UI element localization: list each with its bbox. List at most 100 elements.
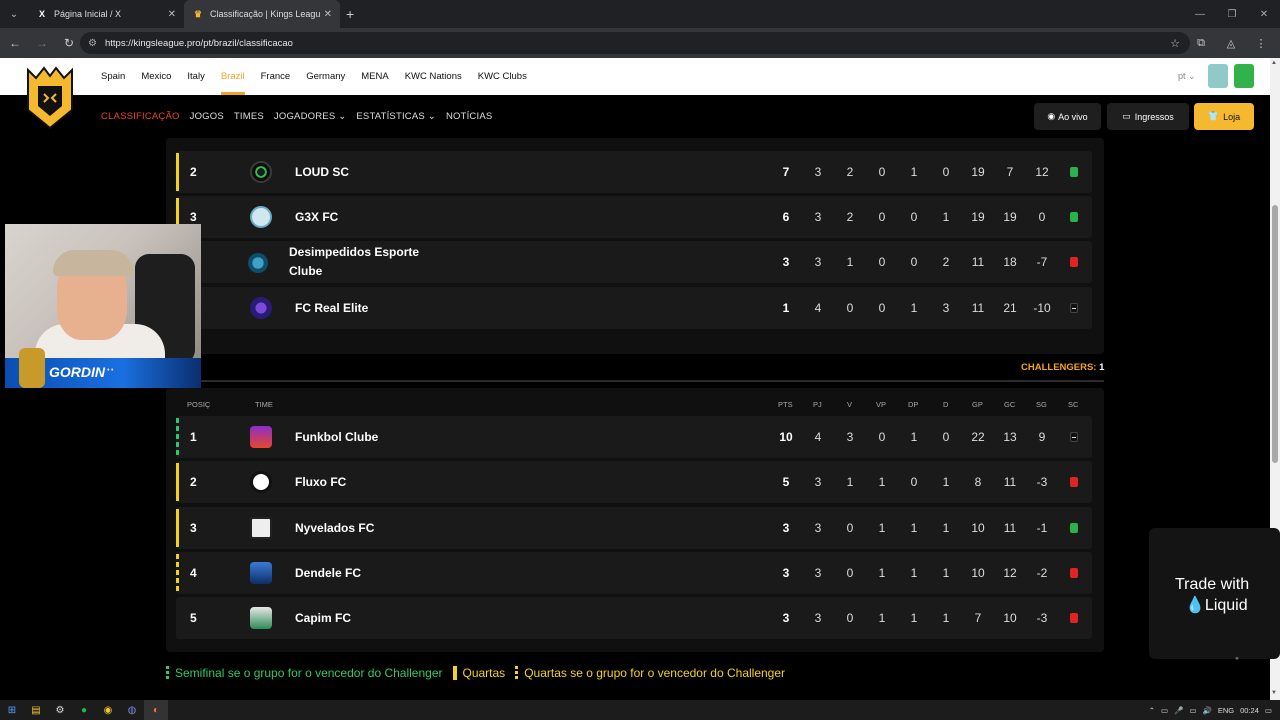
volume-icon[interactable]: 🔊 (1203, 706, 1212, 715)
gold-watch-icon (19, 348, 45, 388)
menu-dots-icon[interactable]: ⋮ (1250, 32, 1272, 54)
close-icon[interactable]: ✕ (324, 9, 332, 20)
col-pj: PJ (813, 400, 822, 409)
d: 2 (942, 255, 950, 269)
device-icon[interactable]: ▭ (1161, 706, 1168, 715)
team-name[interactable]: LOUD SC (295, 151, 349, 193)
team-name[interactable]: Nyvelados FC (295, 507, 374, 549)
sponsor-badge-icon[interactable] (1208, 64, 1228, 88)
table-row[interactable]: 4 Dendele FC 3 3 0 1 1 1 10 12 -2 (176, 552, 1092, 594)
country-mexico[interactable]: Mexico (141, 58, 171, 95)
microphone-icon[interactable]: 🎤 (1174, 706, 1183, 715)
table-row[interactable]: Desimpedidos Esporte Clube 3 3 1 0 0 2 1… (176, 241, 1092, 283)
team-name[interactable]: Funkbol Clube (295, 416, 378, 458)
bookmark-star-icon[interactable]: ☆ (1170, 37, 1180, 50)
input-language[interactable]: ENG (1218, 706, 1234, 715)
gp: 11 (971, 301, 985, 315)
country-france[interactable]: France (261, 58, 291, 95)
tickets-label: Ingressos (1134, 111, 1174, 122)
restore-icon[interactable]: ❐ (1216, 0, 1248, 28)
tickets-button[interactable]: ▭ Ingressos (1107, 103, 1189, 130)
extensions-icon[interactable]: ⧉ (1190, 32, 1212, 54)
firefox-icon[interactable]: ◐ (144, 700, 168, 720)
country-mena[interactable]: MENA (361, 58, 388, 95)
table-row[interactable]: 5 Capim FC 3 3 0 1 1 1 7 10 -3 (176, 597, 1092, 639)
table-row[interactable]: 3 Nyvelados FC 3 3 0 1 1 1 10 11 -1 (176, 507, 1092, 549)
country-spain[interactable]: Spain (101, 58, 125, 95)
browser-tab-x[interactable]: X Página Inicial / X ✕ (28, 0, 184, 28)
nav-noticias[interactable]: NOTÍCIAS (446, 111, 492, 122)
file-explorer-icon[interactable]: ▤ (24, 700, 48, 720)
close-window-icon[interactable]: ✕ (1248, 0, 1280, 28)
language-selector[interactable]: pt ⌄ (1178, 71, 1196, 82)
table-row[interactable]: 2 LOUD SC 7 3 2 0 1 0 19 7 12 (176, 151, 1092, 193)
profile-icon[interactable]: ◬ (1220, 32, 1242, 54)
team-crest-icon (250, 206, 272, 228)
chrome-icon[interactable]: ◉ (96, 700, 120, 720)
trade-ad[interactable]: Trade with 💧Liquid (1149, 528, 1280, 659)
new-tab-icon[interactable]: + (346, 6, 354, 22)
browser-tab-kings-league[interactable]: ♛ Classificação | Kings League Bra ✕ (184, 0, 340, 28)
notification-icon[interactable]: ▭ (1265, 706, 1272, 715)
back-arrow-icon[interactable]: ← (3, 31, 27, 55)
table-row[interactable]: FC Real Elite 1 4 0 0 1 3 11 21 -10 (176, 287, 1092, 329)
language-label: pt (1178, 71, 1186, 81)
table-row[interactable]: 2 Fluxo FC 5 3 1 1 0 1 8 11 -3 (176, 461, 1092, 503)
position-marker (176, 554, 179, 592)
sg: 9 (1038, 430, 1046, 444)
scroll-up-icon[interactable]: ▲ (1271, 60, 1277, 66)
network-icon[interactable]: ▭ (1189, 706, 1196, 715)
status-indicator (1070, 212, 1078, 222)
site-info-icon[interactable]: ⚙ (88, 38, 97, 49)
nav-jogos[interactable]: JOGOS (190, 111, 224, 122)
team-name[interactable]: Fluxo FC (295, 461, 346, 503)
close-icon[interactable]: ✕ (168, 9, 176, 20)
dp: 1 (910, 165, 918, 179)
sponsor-mini-logo-icon[interactable]: ✺ (1222, 656, 1252, 680)
scroll-down-icon[interactable]: ▼ (1271, 690, 1277, 696)
position-marker (176, 509, 179, 547)
team-name[interactable]: FC Real Elite (295, 287, 368, 329)
spotify-icon[interactable]: ● (72, 700, 96, 720)
reload-icon[interactable]: ↻ (57, 31, 81, 55)
nav-classificacao[interactable]: CLASSIFICAÇÃO (101, 111, 180, 122)
status-indicator (1070, 257, 1078, 267)
scrollbar-thumb[interactable] (1272, 205, 1278, 463)
country-kwc-clubs[interactable]: KWC Clubs (478, 58, 527, 95)
discord-icon[interactable]: ◍ (120, 700, 144, 720)
nav-estatisticas[interactable]: ESTATÍSTICAS ⌄ (356, 111, 436, 122)
dp: 1 (910, 566, 918, 580)
group-divider (166, 380, 1104, 382)
country-kwc-nations[interactable]: KWC Nations (405, 58, 462, 95)
windows-start-icon[interactable]: ⊞ (0, 700, 24, 720)
live-button[interactable]: ◉ Ao vivo (1034, 103, 1101, 130)
minimize-icon[interactable]: — (1184, 0, 1216, 28)
sponsor-badge-icon[interactable] (1234, 64, 1254, 88)
tab-search-icon[interactable]: ⌄ (0, 0, 28, 28)
nav-times[interactable]: TIMES (234, 111, 264, 122)
pj: 3 (814, 566, 822, 580)
team-name[interactable]: Desimpedidos Esporte Clube (289, 241, 439, 283)
chevron-up-icon[interactable]: ⌃ (1149, 706, 1155, 715)
shop-button[interactable]: 👕 Loja (1194, 103, 1254, 130)
clock[interactable]: 00:24 (1240, 706, 1259, 715)
country-italy[interactable]: Italy (187, 58, 204, 95)
nav-estatisticas-label: ESTATÍSTICAS (356, 111, 425, 122)
pts: 1 (782, 301, 790, 315)
gp: 11 (971, 255, 985, 269)
table-row[interactable]: 3 G3X FC 6 3 2 0 0 1 19 19 0 (176, 196, 1092, 238)
sg: 12 (1035, 165, 1049, 179)
challengers-counter: CHALLENGERS: 1 (1021, 362, 1104, 373)
country-brazil[interactable]: Brazil (220, 58, 245, 95)
team-name[interactable]: Dendele FC (295, 552, 361, 594)
url-bar[interactable]: ⚙ https://kingsleague.pro/pt/brazil/clas… (80, 32, 1190, 54)
sg: -2 (1036, 566, 1048, 580)
forward-arrow-icon[interactable]: → (30, 31, 54, 55)
team-name[interactable]: G3X FC (295, 196, 338, 238)
nav-jogadores[interactable]: JOGADORES ⌄ (274, 111, 346, 122)
table-row[interactable]: 1 Funkbol Clube 10 4 3 0 1 0 22 13 9 (176, 416, 1092, 458)
settings-icon[interactable]: ⚙ (48, 700, 72, 720)
kings-league-logo[interactable] (24, 64, 76, 130)
team-name[interactable]: Capim FC (295, 597, 351, 639)
country-germany[interactable]: Germany (306, 58, 345, 95)
